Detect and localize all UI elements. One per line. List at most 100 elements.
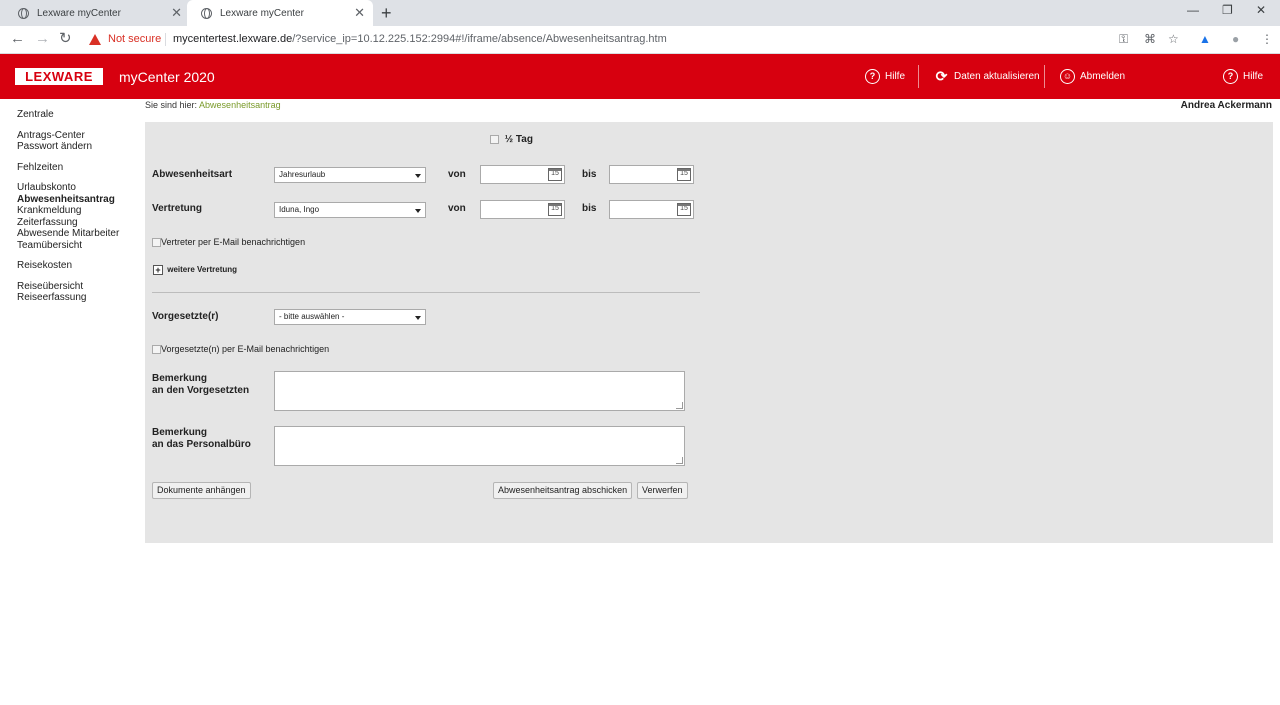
sidebar-item-abwesende-mitarbeiter[interactable]: Abwesende Mitarbeiter	[17, 228, 119, 240]
refresh-data-button[interactable]: ⟳ Daten aktualisieren	[934, 69, 1040, 84]
menu-icon[interactable]: ⋮	[1261, 32, 1273, 46]
browser-tab-1[interactable]: Lexware myCenter ✕	[4, 0, 190, 26]
window-close-icon[interactable]: ✕	[1256, 3, 1266, 17]
sidebar-item-teamuebersicht[interactable]: Teamübersicht	[17, 240, 119, 252]
remark-supervisor-textarea[interactable]	[274, 371, 685, 411]
browser-tab-2[interactable]: Lexware myCenter ✕	[187, 0, 373, 26]
sidebar-item-antrags-center[interactable]: Antrags-Center	[17, 130, 119, 142]
remark-office-label-line1: Bemerkung	[152, 427, 208, 438]
refresh-label: Daten aktualisieren	[954, 71, 1040, 82]
help-button-right[interactable]: ? Hilfe	[1223, 69, 1263, 84]
attach-documents-button[interactable]: Dokumente anhängen	[152, 482, 251, 499]
sidebar-item-urlaubskonto[interactable]: Urlaubskonto	[17, 182, 119, 194]
app-header: LEXWARE myCenter 2020 ? Hilfe ⟳ Daten ak…	[0, 54, 1280, 99]
substitute-label: Vertretung	[152, 203, 203, 214]
supervisor-value: - bitte auswählen -	[279, 312, 345, 321]
remark-supervisor-label: Bemerkung an den Vorgesetzten	[152, 373, 249, 397]
drive-icon[interactable]: ▲	[1199, 32, 1211, 46]
notify-supervisor-label: Vorgesetzte(n) per E-Mail benachrichtige…	[161, 344, 330, 354]
remark-office-textarea[interactable]	[274, 426, 685, 466]
absence-type-label: Abwesenheitsart	[152, 169, 233, 180]
forward-icon[interactable]: →	[35, 31, 50, 47]
sidebar-item-fehlzeiten[interactable]: Fehlzeiten	[17, 162, 119, 174]
back-icon[interactable]: ←	[10, 31, 25, 47]
from-label: von	[448, 169, 466, 180]
sidebar-item-passwort[interactable]: Passwort ändern	[17, 141, 119, 153]
notify-supervisor-checkbox[interactable]	[152, 345, 161, 355]
substitute-from-date[interactable]: 15	[480, 200, 565, 219]
notify-substitute-option[interactable]: Vertreter per E-Mail benachrichtigen	[152, 237, 305, 248]
help-button[interactable]: ? Hilfe	[865, 69, 905, 84]
calendar-icon[interactable]: 15	[548, 168, 562, 181]
section-divider	[152, 292, 700, 293]
sidebar-item-krankmeldung[interactable]: Krankmeldung	[17, 205, 119, 217]
notify-substitute-checkbox[interactable]	[152, 238, 161, 248]
sidebar-nav: Zentrale Antrags-Center Passwort ändern …	[17, 109, 119, 304]
half-day-option[interactable]: ½ Tag	[490, 134, 533, 145]
breadcrumb-prefix: Sie sind hier:	[145, 100, 198, 110]
half-day-checkbox[interactable]	[490, 134, 499, 144]
globe-icon	[201, 7, 212, 19]
absence-request-form: ½ Tag Abwesenheitsart Jahresurlaub von 1…	[145, 122, 1273, 543]
key-icon[interactable]: ⚿	[1119, 32, 1128, 47]
current-user: Andrea Ackermann	[1180, 100, 1272, 111]
substitute-to-date[interactable]: 15	[609, 200, 694, 219]
security-label[interactable]: Not secure	[108, 33, 161, 45]
profile-icon[interactable]: ●	[1232, 32, 1239, 46]
absence-type-value: Jahresurlaub	[279, 170, 326, 179]
chevron-down-icon	[415, 174, 421, 178]
new-tab-icon[interactable]: +	[381, 3, 392, 24]
chevron-down-icon	[415, 209, 421, 213]
calendar-icon[interactable]: 15	[677, 203, 691, 216]
remark-supervisor-label-line2: an den Vorgesetzten	[152, 385, 250, 396]
close-icon[interactable]: ✕	[354, 6, 365, 19]
calendar-icon[interactable]: 15	[677, 168, 691, 181]
logout-label: Abmelden	[1080, 71, 1126, 82]
discard-button[interactable]: Verwerfen	[637, 482, 688, 499]
remark-office-label: Bemerkung an das Personalbüro	[152, 427, 251, 451]
sidebar-item-reisekosten[interactable]: Reisekosten	[17, 260, 119, 272]
help-icon: ?	[865, 69, 880, 84]
breadcrumb-current[interactable]: Abwesenheitsantrag	[199, 100, 281, 110]
logout-button[interactable]: ☺ Abmelden	[1060, 69, 1125, 84]
header-divider	[1044, 65, 1045, 88]
sidebar-item-reiseuebersicht[interactable]: Reiseübersicht	[17, 281, 119, 293]
help-label: Hilfe	[885, 71, 906, 82]
submit-request-button[interactable]: Abwesenheitsantrag abschicken	[493, 482, 633, 499]
url-field[interactable]: mycentertest.lexware.de/?service_ip=10.1…	[173, 33, 667, 45]
minimize-icon[interactable]: —	[1187, 3, 1199, 17]
absence-to-date[interactable]: 15	[609, 165, 694, 184]
sidebar-item-zeiterfassung[interactable]: Zeiterfassung	[17, 217, 119, 229]
absence-type-select[interactable]: Jahresurlaub	[274, 167, 426, 183]
sidebar-item-reiseerfassung[interactable]: Reiseerfassung	[17, 292, 119, 304]
lexware-logo[interactable]: LEXWARE	[15, 68, 103, 85]
close-icon[interactable]: ✕	[171, 6, 182, 19]
plus-icon: +	[153, 265, 163, 275]
user-icon: ☺	[1060, 69, 1075, 84]
app-title: myCenter 2020	[119, 69, 215, 85]
address-bar: ← → ↻ Not secure mycentertest.lexware.de…	[0, 26, 1280, 54]
substitute-value: Iduna, Ingo	[279, 205, 320, 214]
reload-icon[interactable]: ↻	[59, 31, 72, 47]
half-day-label: ½ Tag	[504, 134, 533, 145]
remark-supervisor-label-line1: Bemerkung	[152, 373, 208, 384]
supervisor-label: Vorgesetzte(r)	[152, 311, 219, 322]
header-divider	[918, 65, 919, 88]
add-substitute-button[interactable]: + weitere Vertretung	[153, 265, 237, 275]
calendar-icon[interactable]: 15	[548, 203, 562, 216]
help-icon: ?	[1223, 69, 1238, 84]
sidebar-item-abwesenheitsantrag[interactable]: Abwesenheitsantrag	[17, 194, 119, 206]
restore-icon[interactable]: ❐	[1222, 3, 1233, 17]
absence-from-date[interactable]: 15	[480, 165, 565, 184]
supervisor-select[interactable]: - bitte auswählen -	[274, 309, 426, 325]
sidebar-item-zentrale[interactable]: Zentrale	[17, 109, 119, 121]
url-path: /?service_ip=10.12.225.152:2994#!/iframe…	[292, 33, 667, 45]
globe-icon	[18, 7, 29, 19]
from-label: von	[448, 203, 466, 214]
substitute-select[interactable]: Iduna, Ingo	[274, 202, 426, 218]
star-icon[interactable]: ☆	[1168, 32, 1179, 46]
warning-icon	[89, 34, 101, 45]
translate-icon[interactable]: ⌘	[1144, 32, 1156, 46]
notify-supervisor-option[interactable]: Vorgesetzte(n) per E-Mail benachrichtige…	[152, 344, 330, 355]
to-label: bis	[582, 169, 597, 180]
